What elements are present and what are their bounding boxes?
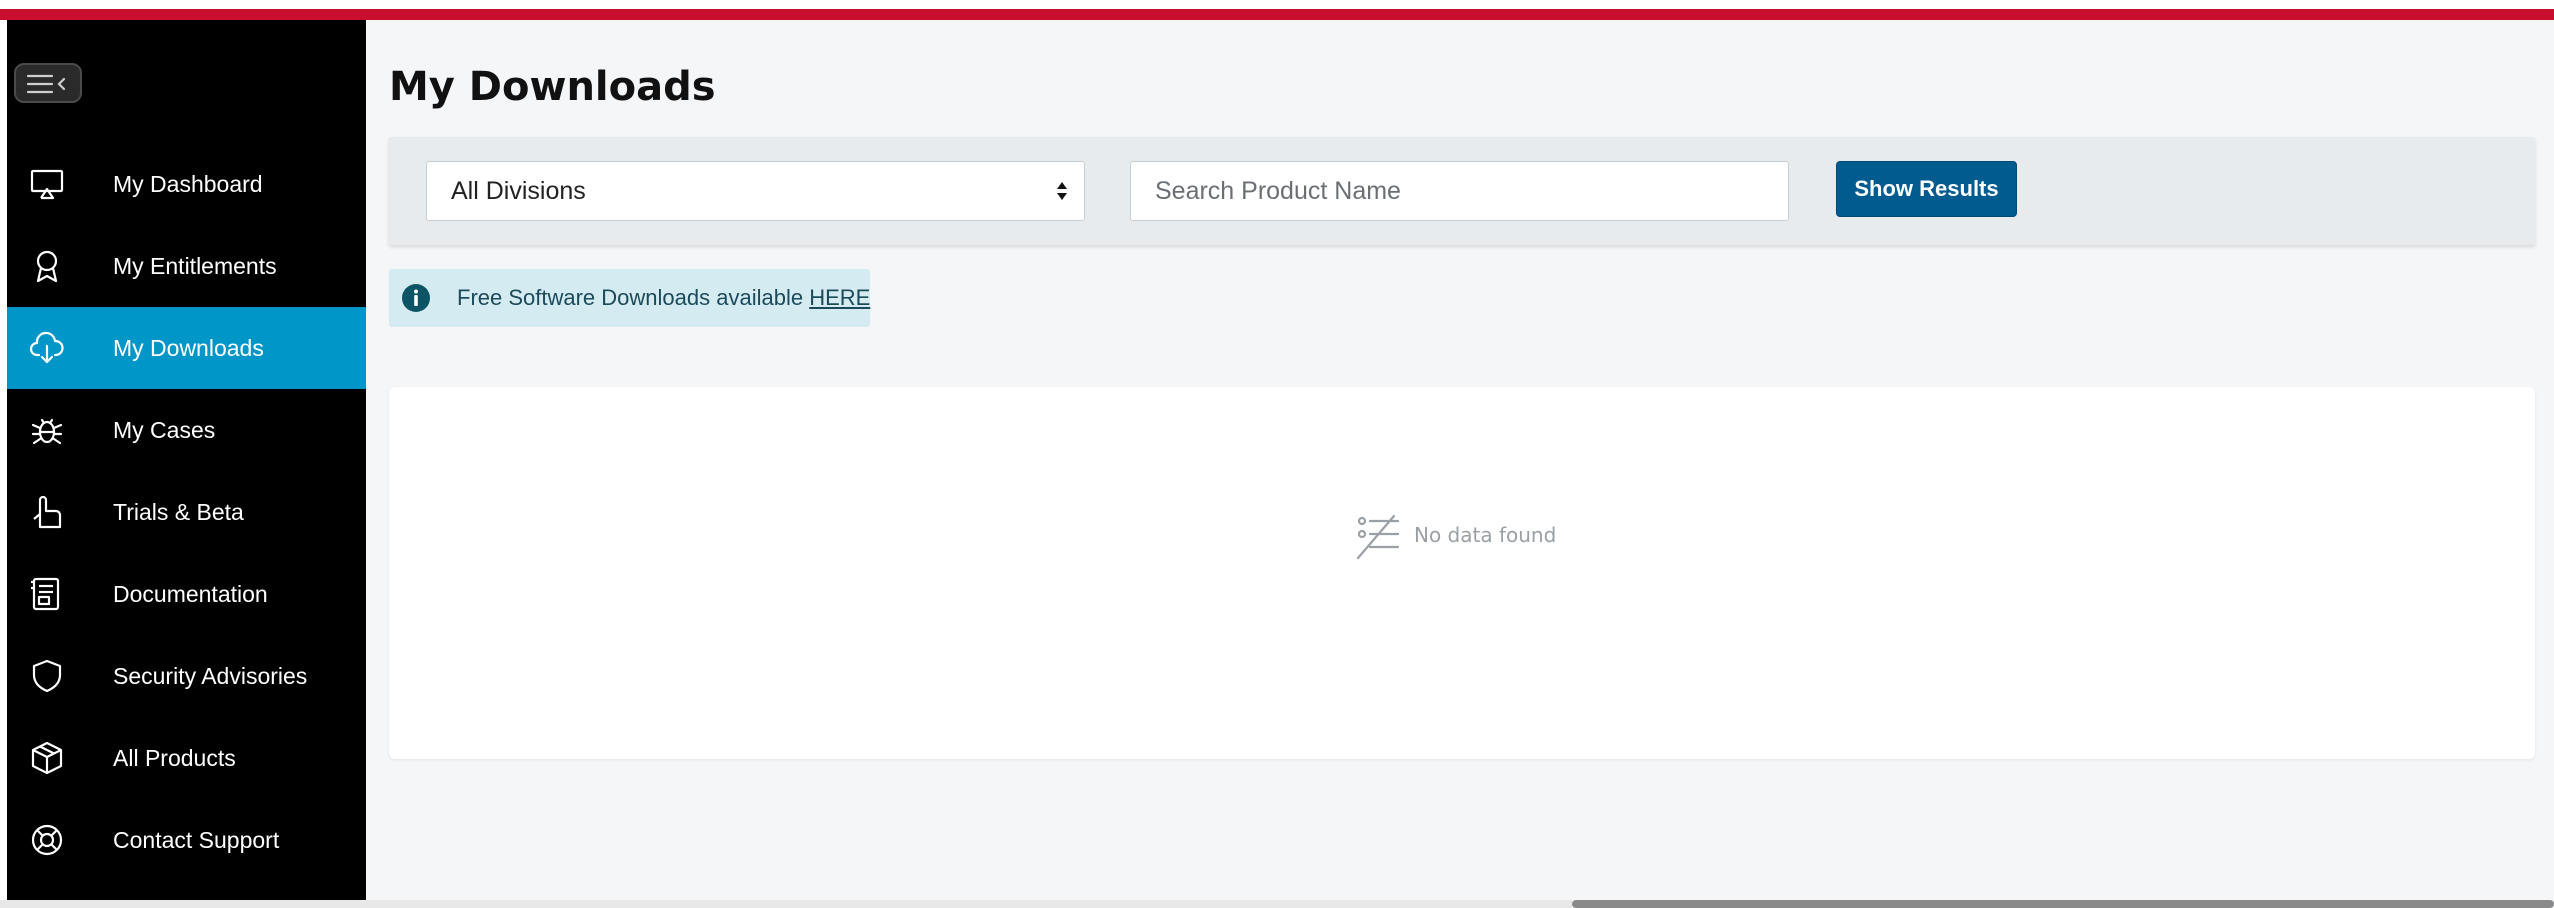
horizontal-scrollbar[interactable] — [1572, 900, 2554, 908]
sidebar-item-label: My Dashboard — [113, 171, 263, 197]
brand-stripe — [0, 9, 2554, 20]
document-icon — [31, 577, 60, 611]
downloads-results-panel: No data found — [389, 387, 2535, 759]
sidebar-item-label: Security Advisories — [113, 663, 308, 689]
top-accent-bar — [0, 0, 2554, 20]
cube-box-icon — [31, 741, 63, 775]
no-data-list-icon — [1356, 514, 1400, 560]
menu-collapse-icon — [26, 74, 66, 94]
sidebar-item-label: My Downloads — [113, 335, 264, 361]
sidebar-item-label: All Products — [113, 745, 236, 771]
info-banner: Free Software Downloads available HERE — [389, 269, 870, 327]
sidebar-item-my-entitlements[interactable]: My Entitlements — [7, 225, 366, 307]
sidebar-collapse-button[interactable] — [14, 63, 82, 103]
sidebar-item-label: Contact Support — [113, 827, 280, 853]
info-icon — [402, 284, 430, 312]
page-title: My Downloads — [389, 64, 716, 110]
bottom-scroll-track — [0, 900, 1572, 908]
pointer-hand-icon — [33, 495, 62, 529]
info-text: Free Software Downloads available HERE — [457, 269, 870, 327]
sidebar-item-my-downloads[interactable]: My Downloads — [7, 307, 366, 389]
info-message: Free Software Downloads available — [457, 285, 810, 310]
no-data-text: No data found — [1414, 523, 1557, 547]
show-results-button[interactable]: Show Results — [1836, 161, 2017, 217]
award-ribbon-icon — [36, 250, 58, 283]
lifebuoy-icon — [31, 824, 63, 856]
sort-arrows-icon — [1057, 182, 1067, 200]
division-select-value: All Divisions — [451, 177, 586, 205]
sidebar-item-contact-support[interactable]: Contact Support — [7, 799, 366, 881]
sidebar-item-label: Trials & Beta — [113, 499, 244, 525]
sidebar-item-my-dashboard[interactable]: My Dashboard — [7, 143, 366, 225]
search-product-input[interactable] — [1130, 161, 1789, 221]
division-select[interactable]: All Divisions — [426, 161, 1085, 221]
sidebar-item-security-advisories[interactable]: Security Advisories — [7, 635, 366, 717]
sidebar-item-label: My Cases — [113, 417, 216, 443]
cloud-download-icon — [29, 331, 64, 364]
bug-icon — [31, 418, 63, 445]
sidebar-item-label: Documentation — [113, 581, 268, 607]
left-edge — [0, 20, 7, 908]
sidebar-item-my-cases[interactable]: My Cases — [7, 389, 366, 471]
monitor-icon — [30, 169, 64, 200]
main-content: My Downloads All Divisions Show Results … — [366, 20, 2554, 908]
sidebar: My Dashboard My Entitlements My Download… — [7, 20, 366, 900]
sidebar-item-trials-beta[interactable]: Trials & Beta — [7, 471, 366, 553]
sidebar-item-label: My Entitlements — [113, 253, 277, 279]
here-link[interactable]: HERE — [809, 285, 870, 310]
sidebar-item-all-products[interactable]: All Products — [7, 717, 366, 799]
filter-bar: All Divisions Show Results — [389, 137, 2535, 245]
sidebar-item-documentation[interactable]: Documentation — [7, 553, 366, 635]
shield-icon — [32, 659, 62, 693]
